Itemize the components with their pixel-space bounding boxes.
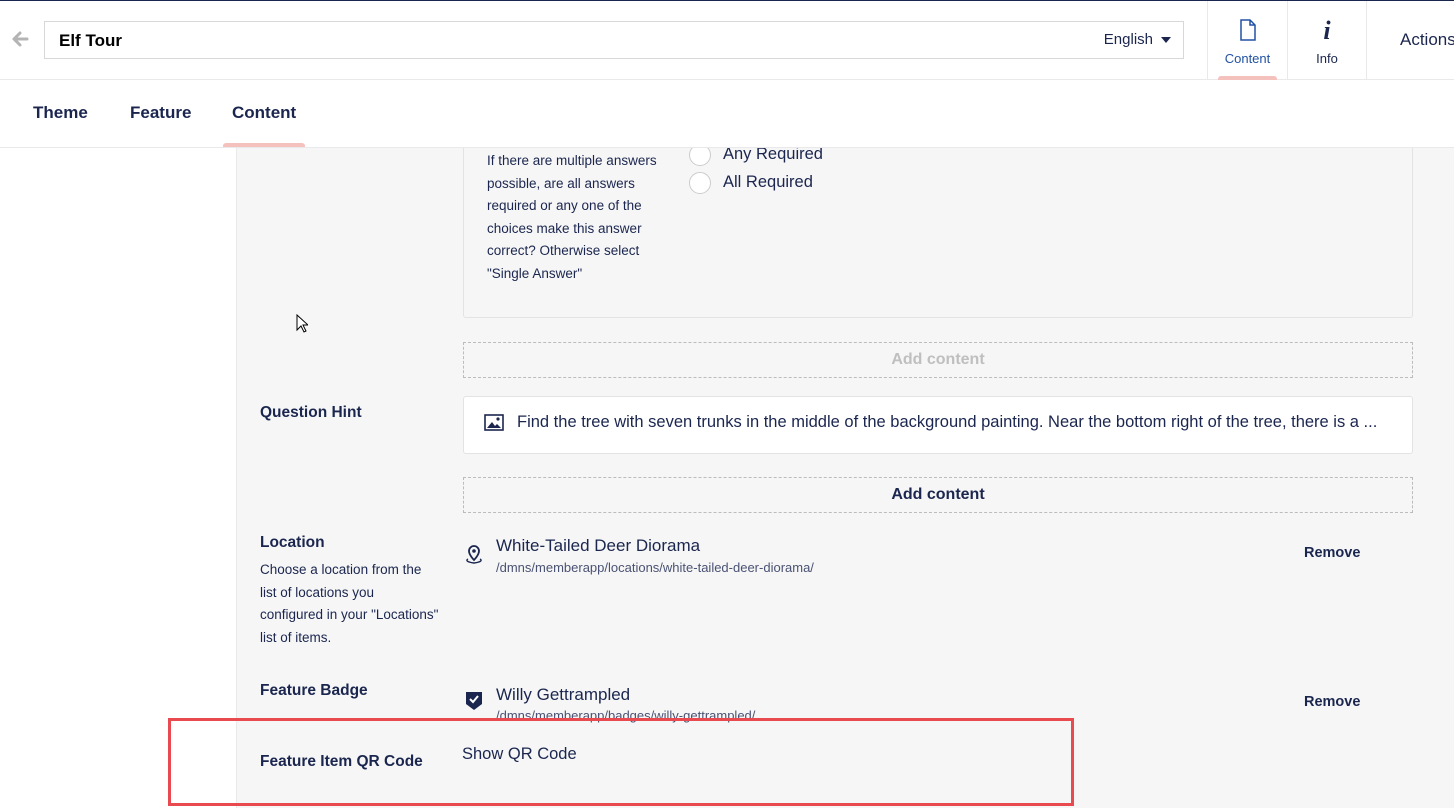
caret-down-icon (1161, 37, 1171, 44)
location-name: White-Tailed Deer Diorama (496, 536, 701, 555)
radio-circle[interactable] (689, 172, 711, 194)
add-content-button-disabled[interactable]: Add content (463, 342, 1413, 378)
feature-badge-label: Feature Badge (260, 682, 368, 699)
location-label: Location (260, 534, 325, 551)
top-bar: English Content i Info Actions (0, 0, 1454, 80)
qr-code-highlight-box (168, 718, 1074, 806)
tab-feature[interactable]: Feature (130, 103, 191, 123)
remove-badge-button[interactable]: Remove (1304, 694, 1360, 710)
back-arrow-icon[interactable] (10, 29, 30, 49)
radio-all-required[interactable]: All Required (689, 172, 989, 194)
node-name-input[interactable] (57, 22, 961, 60)
question-hint-text: Find the tree with seven trunks in the m… (517, 413, 1378, 431)
question-hint-label: Question Hint (260, 404, 362, 421)
radio-label: Any Required (723, 148, 823, 163)
actions-label: Actions (1400, 30, 1454, 49)
radio-any-required[interactable]: Any Required (689, 148, 989, 166)
actions-button[interactable]: Actions (1366, 1, 1454, 80)
app-tab-info[interactable]: i Info (1287, 1, 1366, 80)
mouse-pointer-icon (296, 313, 310, 334)
radio-label: All Required (723, 173, 813, 191)
app-tab-content[interactable]: Content (1207, 1, 1287, 80)
image-icon (484, 414, 504, 431)
map-pin-icon (463, 544, 485, 566)
language-dropdown[interactable]: English (1104, 22, 1171, 58)
node-name-field: English (44, 21, 1184, 60)
app-tab-label: Info (1316, 51, 1338, 66)
app-tab-label: Content (1224, 51, 1271, 66)
location-path: /dmns/memberapp/locations/white-tailed-d… (496, 560, 814, 575)
tab-theme[interactable]: Theme (33, 103, 88, 123)
left-pane (0, 148, 237, 808)
feature-badge-name: Willy Gettrampled (496, 685, 631, 704)
document-icon (1208, 19, 1287, 46)
tab-content[interactable]: Content (222, 103, 306, 147)
question-hint-item[interactable]: Find the tree with seven trunks in the m… (463, 396, 1413, 454)
answer-mode-description: If there are multiple answers possible, … (487, 153, 657, 281)
info-icon: i (1323, 16, 1331, 45)
add-content-button[interactable]: Add content (463, 477, 1413, 513)
remove-location-button[interactable]: Remove (1304, 545, 1360, 561)
editor-content: If there are multiple answers possible, … (237, 148, 1454, 808)
language-label: English (1103, 31, 1153, 48)
shield-check-icon (463, 690, 485, 712)
location-description: Choose a location from the list of locat… (260, 562, 439, 645)
content-tabs: Theme Feature Content (0, 80, 1454, 148)
radio-circle[interactable] (689, 148, 711, 166)
